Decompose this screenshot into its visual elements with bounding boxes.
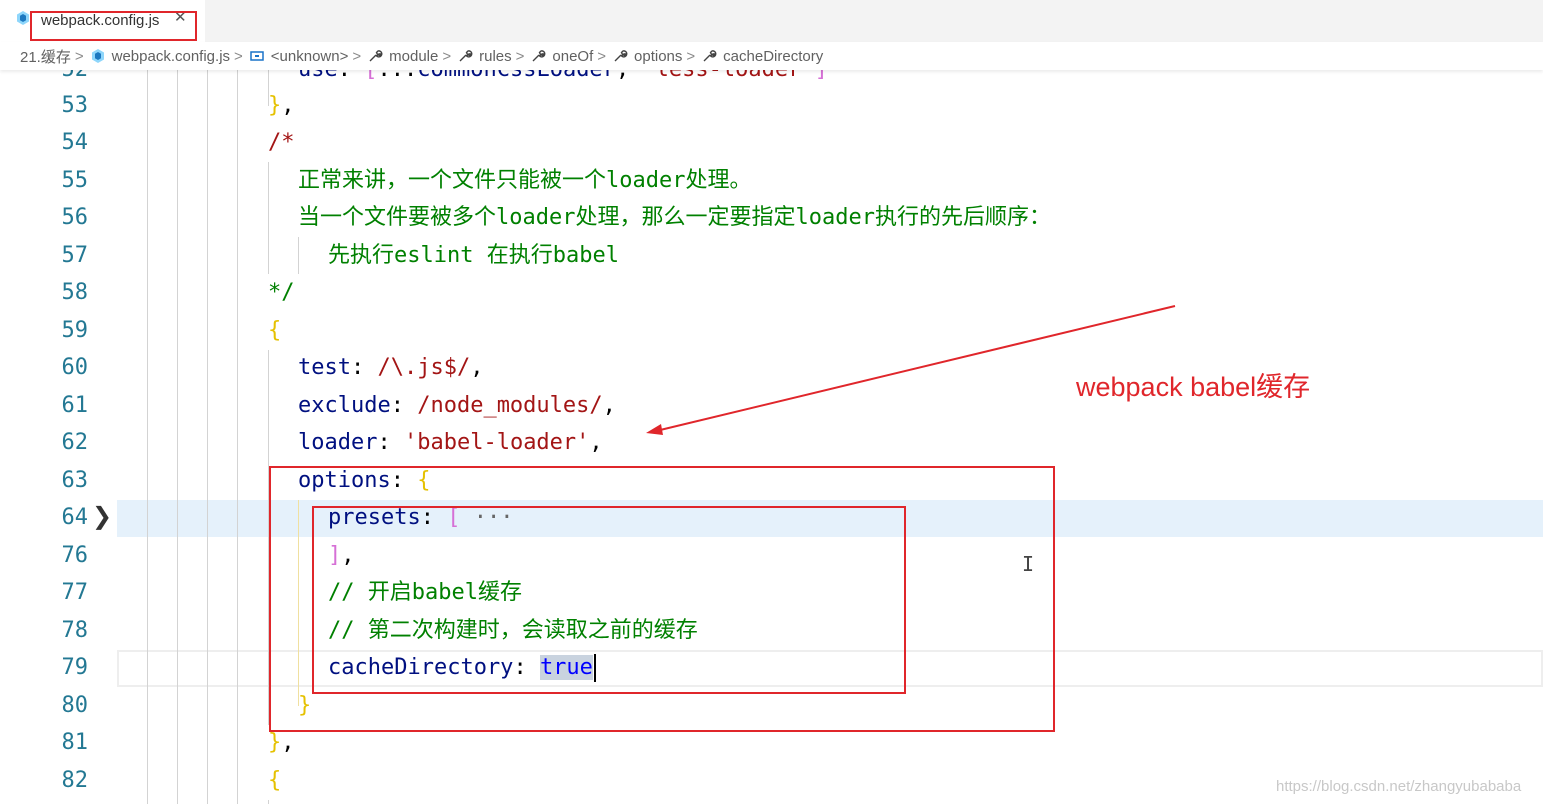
line-number: 64 (61, 505, 89, 530)
line-number: 57 (61, 243, 89, 268)
webpack-file-icon (17, 11, 29, 25)
annotation-label: webpack babel缓存 (1076, 372, 1311, 402)
line-number: 60 (61, 355, 89, 380)
code-line[interactable]: /* (268, 124, 295, 162)
code-line[interactable]: }, (268, 87, 295, 125)
breadcrumb-item-rules[interactable]: rules (457, 48, 512, 65)
line-number: 53 (61, 93, 89, 118)
chevron-right-icon: > (442, 47, 452, 65)
chevron-right-icon: > (74, 47, 84, 65)
chevron-right-icon: > (686, 47, 696, 65)
line-number: 82 (61, 768, 89, 793)
code-comment-line[interactable]: */ (268, 274, 295, 312)
code-comment-line[interactable]: 当一个文件要被多个loader处理，那么一定要指定loader执行的先后顺序： (298, 199, 1051, 237)
line-number: 63 (61, 468, 89, 493)
breadcrumb-item-options[interactable]: options (612, 48, 682, 65)
wrench-icon (532, 50, 546, 62)
text-cursor-icon: I (1022, 552, 1035, 576)
line-number: 76 (61, 543, 89, 568)
code-line[interactable]: { (268, 762, 281, 800)
code-line[interactable]: test: /\.js$/, (298, 349, 483, 387)
breadcrumb-item-unknown[interactable]: <unknown> (249, 48, 348, 65)
code-comment-line[interactable]: 先执行eslint 在执行babel (328, 237, 619, 275)
wrench-icon (459, 50, 473, 62)
code-line[interactable]: { (268, 312, 281, 350)
code-line[interactable]: loader: 'babel-loader', (298, 424, 603, 462)
indent-guide (237, 70, 238, 804)
wrench-icon (703, 50, 717, 62)
indent-guide (177, 70, 178, 804)
wrench-icon (614, 50, 628, 62)
chevron-right-icon: > (515, 47, 525, 65)
line-number: 58 (61, 280, 89, 305)
line-number: 80 (61, 693, 89, 718)
line-number: 61 (61, 393, 89, 418)
line-number: 59 (61, 318, 89, 343)
breadcrumb-item-module[interactable]: module (367, 48, 438, 65)
tab-bar: webpack.config.js ✕ (0, 0, 1543, 42)
line-number: 54 (61, 130, 89, 155)
code-line[interactable]: exclude: /node_modules/, (298, 387, 616, 425)
breadcrumb-item-folder[interactable]: 21.缓存 (20, 46, 71, 67)
chevron-right-icon: > (597, 47, 607, 65)
annotation-box-cache (312, 506, 906, 694)
fold-chevron-right-icon[interactable]: ❯ (92, 502, 112, 530)
indent-guide (268, 162, 269, 274)
breadcrumb-item-file[interactable]: webpack.config.js (90, 48, 230, 65)
line-number: 56 (61, 205, 89, 230)
indent-guide (207, 70, 208, 804)
webpack-file-icon (91, 49, 104, 63)
line-number: 62 (61, 430, 89, 455)
breadcrumb: 21.缓存 > webpack.config.js > <unknown> > … (0, 42, 1543, 70)
wrench-icon (369, 50, 383, 62)
line-number: 52 (0, 70, 89, 89)
line-number: 78 (61, 618, 89, 643)
code-line[interactable]: use: [...commonCssLoader, 'less-loader'] (298, 70, 828, 89)
breadcrumb-item-oneof[interactable]: oneOf (530, 48, 593, 65)
chevron-right-icon: > (352, 47, 362, 65)
indent-guide (268, 800, 269, 804)
annotation-box-tab (30, 11, 197, 41)
indent-guide (298, 237, 299, 274)
line-number: 77 (61, 580, 89, 605)
line-number: 79 (61, 655, 89, 680)
line-number: 55 (61, 168, 89, 193)
variable-icon (250, 51, 264, 61)
indent-guide (147, 70, 148, 804)
chevron-right-icon: > (234, 47, 243, 65)
breadcrumb-item-cachedirectory[interactable]: cacheDirectory (701, 48, 823, 65)
line-number: 81 (61, 730, 89, 755)
code-comment-line[interactable]: 正常来讲，一个文件只能被一个loader处理。 (298, 162, 751, 200)
watermark: https://blog.csdn.net/zhangyubababa (1276, 778, 1522, 795)
